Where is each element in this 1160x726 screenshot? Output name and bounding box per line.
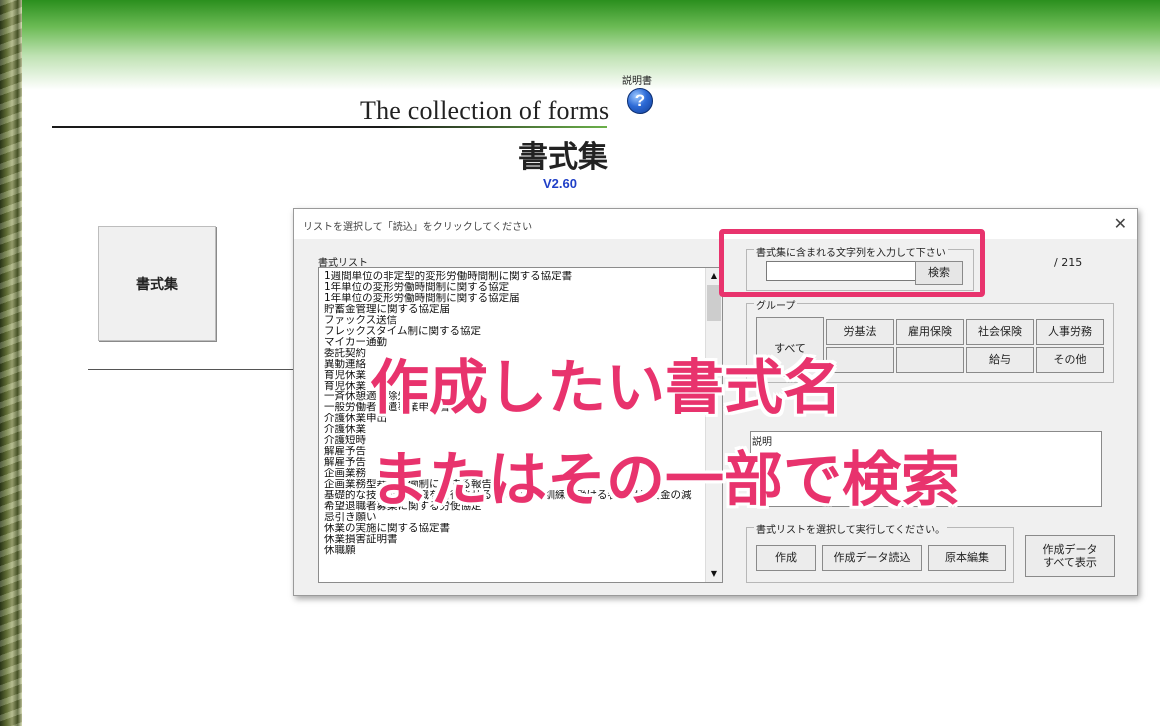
- list-item[interactable]: ファックス送信: [324, 315, 714, 326]
- execute-legend: 書式リストを選択して実行してください。: [754, 521, 948, 536]
- dialog-titlebar: リストを選択して「読込」をクリックしてください ✕: [294, 209, 1137, 239]
- list-item[interactable]: フレックスタイム制に関する協定: [324, 326, 714, 337]
- help-icon[interactable]: ?: [627, 88, 653, 114]
- show-all-data-button[interactable]: 作成データ すべて表示: [1025, 535, 1115, 577]
- form-count: / 215: [1054, 256, 1083, 269]
- list-item[interactable]: 休業損害証明書: [324, 534, 714, 545]
- manual-label: 説明書: [622, 76, 652, 87]
- form-list[interactable]: 1週間単位の非定型的変形労働時間制に関する協定書 1年単位の変形労働時間制に関する…: [318, 267, 723, 583]
- group-button-salary[interactable]: 給与: [966, 347, 1034, 373]
- edit-original-button[interactable]: 原本編集: [928, 545, 1006, 571]
- dialog-title: リストを選択して「読込」をクリックしてください: [303, 222, 533, 233]
- title-underline: [52, 126, 607, 128]
- search-highlight-annotation: [719, 229, 985, 297]
- group-legend: グループ: [754, 297, 798, 312]
- leaf-background-strip: [0, 0, 22, 726]
- list-item[interactable]: 休職願: [324, 545, 714, 556]
- group-button-employment-insurance[interactable]: 雇用保険: [896, 319, 964, 345]
- group-button-row2-2[interactable]: [896, 347, 964, 373]
- forms-collection-button[interactable]: 書式集: [98, 226, 216, 341]
- title-english: The collection of forms: [360, 96, 610, 125]
- group-button-other[interactable]: その他: [1036, 347, 1104, 373]
- show-all-label-line2: すべて表示: [1043, 556, 1097, 569]
- close-icon[interactable]: ✕: [1114, 214, 1127, 233]
- divider: [88, 369, 298, 370]
- group-button-social-insurance[interactable]: 社会保険: [966, 319, 1034, 345]
- show-all-label-line1: 作成データ: [1042, 543, 1098, 556]
- version-label: V2.60: [543, 176, 577, 191]
- list-item[interactable]: 1年単位の変形労働時間制に関する協定: [324, 282, 714, 293]
- list-scrollbar[interactable]: ▲ ▼: [705, 268, 722, 582]
- list-item[interactable]: 1年単位の変形労働時間制に関する協定届: [324, 293, 714, 304]
- scroll-down-icon[interactable]: ▼: [706, 566, 722, 582]
- header-banner: [22, 0, 1160, 90]
- create-button[interactable]: 作成: [756, 545, 816, 571]
- list-item[interactable]: 貯蓄金管理に関する協定届: [324, 304, 714, 315]
- list-item[interactable]: 1週間単位の非定型的変形労働時間制に関する協定書: [324, 271, 714, 282]
- annotation-text-line2: またはその一部で検索: [370, 445, 961, 514]
- load-data-button[interactable]: 作成データ読込: [822, 545, 922, 571]
- title-japanese: 書式集: [518, 140, 608, 175]
- group-button-hr[interactable]: 人事労務: [1036, 319, 1104, 345]
- list-item[interactable]: 休業の実施に関する協定書: [324, 523, 714, 534]
- annotation-text-line1: 作成したい書式名: [370, 353, 843, 422]
